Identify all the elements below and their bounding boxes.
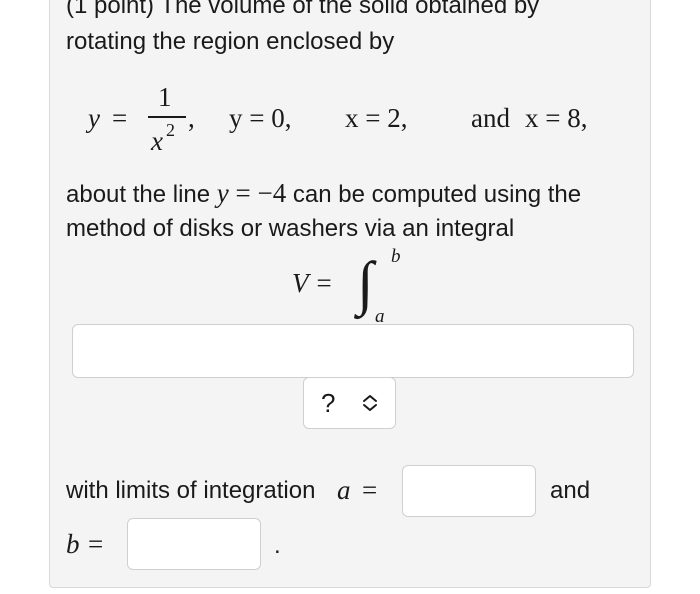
eq-and: and: [471, 103, 510, 133]
dx-dy-select[interactable]: ?: [303, 377, 396, 429]
limit-a-input[interactable]: [402, 465, 536, 517]
integrand-input[interactable]: [72, 324, 634, 378]
limits-period: .: [274, 532, 281, 559]
fraction-numerator: 1: [158, 82, 172, 112]
limit-b-var: b: [66, 529, 80, 559]
limit-b-equals: =: [88, 529, 104, 559]
eq-x-eight: x = 8,: [525, 103, 588, 133]
limit-b-input[interactable]: [127, 518, 261, 570]
intro-line-1: (1 point) The volume of the solid obtain…: [66, 0, 540, 19]
limit-a-var: a: [337, 475, 351, 505]
method-line: method of disks or washers via an integr…: [66, 215, 515, 242]
eq-y-var: y: [88, 103, 100, 133]
about-line-text: about the line y = −4 can be computed us…: [66, 178, 581, 210]
integral-upper-limit: b: [391, 246, 401, 267]
line-var: y: [216, 178, 229, 208]
line-value: = −4: [228, 178, 287, 208]
eq-y-zero: y = 0,: [229, 103, 292, 133]
eq-x-two: x = 2,: [345, 103, 408, 133]
select-value: ?: [321, 388, 336, 418]
about-tail: can be computed using the: [292, 181, 582, 208]
eq-comma: ,: [188, 103, 195, 133]
integral-lhs: V =: [292, 268, 333, 298]
intro-line-2: rotating the region enclosed by: [66, 28, 395, 55]
limits-and: and: [550, 477, 591, 504]
about-label: about the line: [66, 181, 211, 208]
integral-sign-icon: ∫: [357, 250, 374, 316]
fraction-denominator-exp: 2: [166, 120, 175, 140]
limit-a-equals: =: [362, 475, 378, 505]
eq-equals: =: [112, 103, 128, 133]
limits-text: with limits of integration: [66, 477, 316, 504]
fraction-denominator-var: x: [151, 126, 163, 156]
fraction-bar: [148, 116, 186, 118]
updown-chevron-icon: [363, 395, 377, 411]
